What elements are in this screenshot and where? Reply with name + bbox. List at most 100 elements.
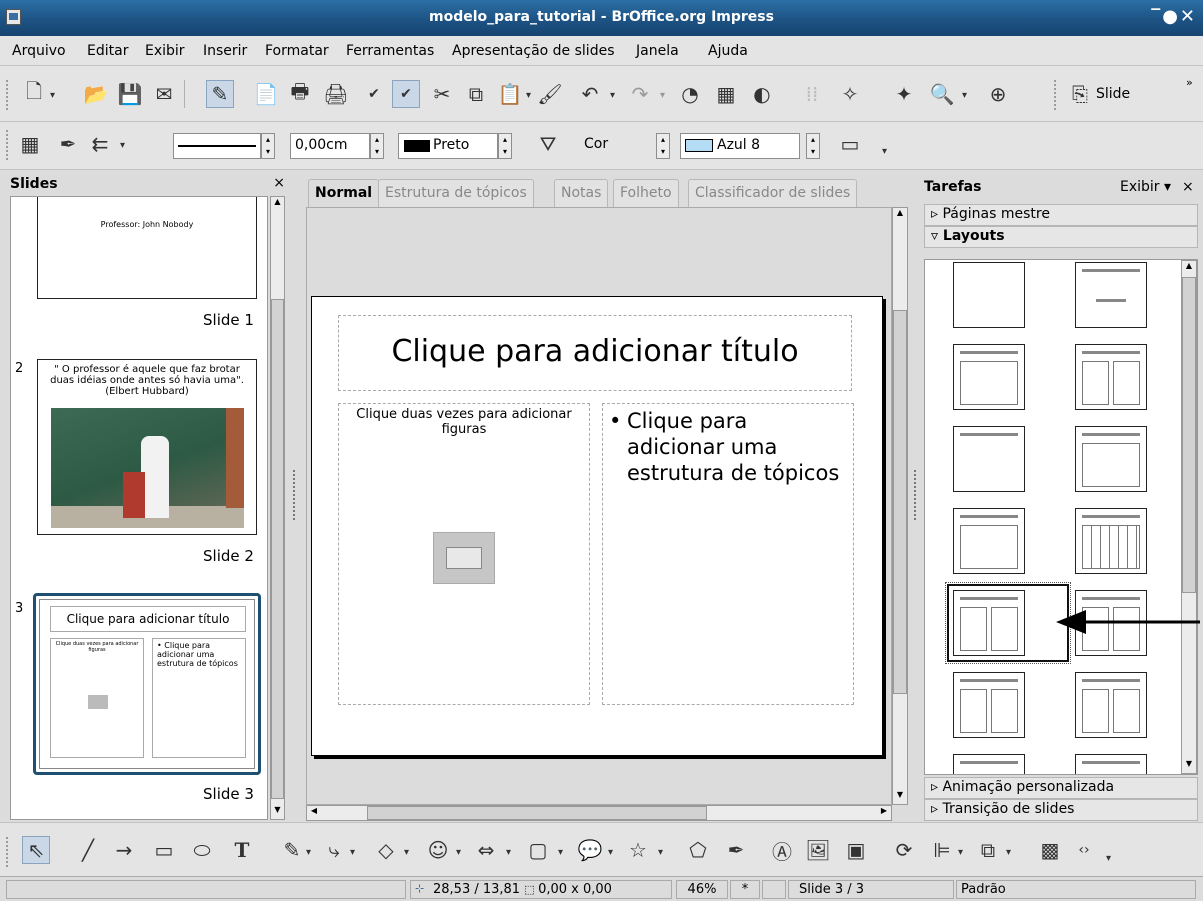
close-icon[interactable]: × — [273, 175, 285, 191]
scroll-up-icon[interactable]: ▲ — [893, 208, 907, 222]
layout-title-only[interactable] — [1075, 262, 1147, 328]
menu-ajuda[interactable]: Ajuda — [708, 43, 748, 59]
layout-title-spreadsheet[interactable] — [1075, 508, 1147, 574]
slide-sorter-list[interactable]: Professor: John Nobody Slide 1 2 " O pro… — [10, 196, 268, 820]
menu-formatar[interactable]: Formatar — [265, 43, 329, 59]
scroll-left-icon[interactable]: ◀ — [307, 806, 321, 820]
ellipse-icon[interactable]: ⬭ — [188, 836, 216, 864]
points-icon[interactable]: ⬠ — [684, 836, 712, 864]
print-icon[interactable]: 🖶 — [286, 79, 314, 108]
chevron-down-icon[interactable]: ▾ — [404, 847, 409, 858]
section-slide-transition[interactable]: ▹ Transição de slides — [924, 799, 1198, 821]
gallery-icon[interactable]: ▣ — [842, 836, 870, 864]
tab-normal[interactable]: Normal — [308, 179, 380, 207]
scroll-down-icon[interactable]: ▼ — [271, 805, 284, 819]
line-color-select[interactable]: Preto — [398, 133, 498, 159]
select-pointer-icon[interactable]: ⇖ — [22, 836, 50, 864]
layout-title-text-object[interactable] — [1075, 754, 1147, 774]
undo-icon[interactable]: ↶ — [576, 80, 604, 108]
alignment-icon[interactable]: ⊫ — [928, 836, 956, 864]
toolbar-overflow-icon[interactable]: ▾ — [882, 146, 887, 157]
connector-icon[interactable]: ⤷ — [320, 836, 348, 864]
chevron-down-icon[interactable]: ▾ — [1006, 847, 1011, 858]
edit-file-icon[interactable]: ✎ — [206, 80, 234, 108]
tab-slide-sorter[interactable]: Classificador de slides — [688, 179, 858, 207]
layout-title-only-2[interactable] — [953, 426, 1025, 492]
line-width-field[interactable]: 0,00cm — [290, 133, 370, 159]
layout-title-content[interactable] — [953, 344, 1025, 410]
save-icon[interactable]: 💾 — [116, 80, 144, 108]
point-icon[interactable]: ✦ — [890, 80, 918, 108]
tab-outline[interactable]: Estrutura de tópicos — [378, 179, 534, 207]
line-style-select[interactable] — [173, 133, 261, 159]
editor-horizontal-scrollbar[interactable]: ◀ ▶ — [306, 805, 892, 821]
rectangle-icon[interactable]: ▭ — [150, 836, 178, 864]
layout-title-chart-text[interactable] — [1075, 672, 1147, 738]
chevron-down-icon[interactable]: ▾ — [506, 847, 511, 858]
slide-thumbnail-1[interactable]: Professor: John Nobody — [37, 197, 257, 299]
layout-title-2-content[interactable] — [1075, 344, 1147, 410]
autospellcheck-icon[interactable]: ✔ — [392, 80, 420, 108]
effects-icon[interactable]: ⟳ — [890, 836, 918, 864]
menu-janela[interactable]: Janela — [636, 43, 679, 59]
line-width-spin[interactable]: ▴ ▾ — [370, 133, 384, 159]
chevron-down-icon[interactable]: ▾ — [660, 90, 665, 101]
basic-shapes-icon[interactable]: ◇ — [372, 836, 400, 864]
menu-editar[interactable]: Editar — [87, 43, 128, 59]
stars-icon[interactable]: ☆ — [624, 836, 652, 864]
line-style-spin[interactable]: ▴ ▾ — [261, 133, 275, 159]
toolbar-overflow-icon[interactable]: ▾ — [1106, 853, 1111, 864]
layout-title-clipart-text[interactable] — [953, 590, 1025, 656]
arrow-style-icon[interactable]: ⇇ — [86, 130, 114, 158]
line-color-spin[interactable]: ▴ ▾ — [498, 133, 512, 159]
scrollbar-thumb[interactable] — [367, 806, 707, 820]
layout-blank[interactable] — [953, 262, 1025, 328]
fontwork-icon[interactable]: Ⓐ — [768, 836, 796, 864]
toolbar-overflow-icon[interactable]: » — [1186, 76, 1193, 89]
redo-icon[interactable]: ↷ — [626, 80, 654, 108]
layouts-list[interactable] — [924, 259, 1198, 775]
zoom-icon[interactable]: 🔍 — [928, 80, 956, 108]
table-icon[interactable]: ▦ — [712, 80, 740, 108]
area-style-spin[interactable]: ▴ ▾ — [656, 133, 670, 159]
figure-placeholder[interactable]: Clique duas vezes para adicionar figuras — [338, 403, 590, 705]
area-color-select[interactable]: Azul 8 — [680, 133, 800, 159]
menu-exibir[interactable]: Exibir — [145, 43, 185, 59]
line-icon[interactable]: ╱ — [74, 836, 102, 864]
glue-points-icon[interactable]: ✒ — [722, 836, 750, 864]
scrollbar-thumb[interactable] — [893, 310, 907, 694]
close-icon[interactable]: × — [1182, 179, 1194, 195]
curve-icon[interactable]: ✎ — [278, 836, 306, 864]
layout-title-chart[interactable] — [953, 508, 1025, 574]
layout-title-object[interactable] — [953, 754, 1025, 774]
clone-format-icon[interactable]: 🖌 — [536, 80, 564, 108]
section-layouts[interactable]: ▿ Layouts — [924, 226, 1198, 248]
chevron-down-icon[interactable]: ▾ — [350, 847, 355, 858]
layout-centered-text[interactable] — [1075, 426, 1147, 492]
chevron-down-icon[interactable]: ▾ — [608, 847, 613, 858]
left-splitter[interactable] — [293, 470, 297, 520]
open-folder-icon[interactable]: 📂 — [82, 80, 110, 108]
layout-title-text-clipart[interactable] — [953, 672, 1025, 738]
email-icon[interactable]: ✉ — [150, 80, 178, 108]
help-icon[interactable]: ⊕ — [984, 80, 1012, 108]
grid-icon[interactable]: ⁞⁞ — [798, 80, 826, 108]
chart-icon[interactable]: ◔ — [676, 80, 704, 108]
scroll-down-icon[interactable]: ▼ — [1182, 759, 1196, 773]
window-controls[interactable]: ‾●✕ — [1151, 6, 1197, 27]
slide-button-label[interactable]: Slide — [1096, 86, 1130, 102]
callout-icon[interactable]: 💬 — [576, 836, 604, 864]
minimize-icon[interactable]: ‾ — [1151, 6, 1162, 27]
scroll-up-icon[interactable]: ▲ — [271, 197, 284, 211]
slide-thumbnail-3[interactable]: Clique para adicionar título Clique duas… — [39, 599, 255, 769]
editor-vertical-scrollbar[interactable]: ▲ ▼ — [892, 207, 908, 805]
slide-workspace[interactable]: Clique para adicionar título Clique duas… — [306, 207, 892, 805]
outline-placeholder[interactable]: • Clique para adicionar uma estrutura de… — [602, 403, 854, 705]
menu-apresentacao[interactable]: Apresentação de slides — [452, 43, 614, 59]
maximize-icon[interactable]: ● — [1162, 6, 1180, 27]
print-preview-icon[interactable]: 🖨 — [322, 80, 350, 108]
chevron-down-icon[interactable]: ▾ — [50, 90, 55, 101]
new-slide-icon[interactable]: ⎘ — [1066, 80, 1094, 108]
chevron-down-icon[interactable]: ▾ — [526, 90, 531, 101]
menu-inserir[interactable]: Inserir — [203, 43, 247, 59]
